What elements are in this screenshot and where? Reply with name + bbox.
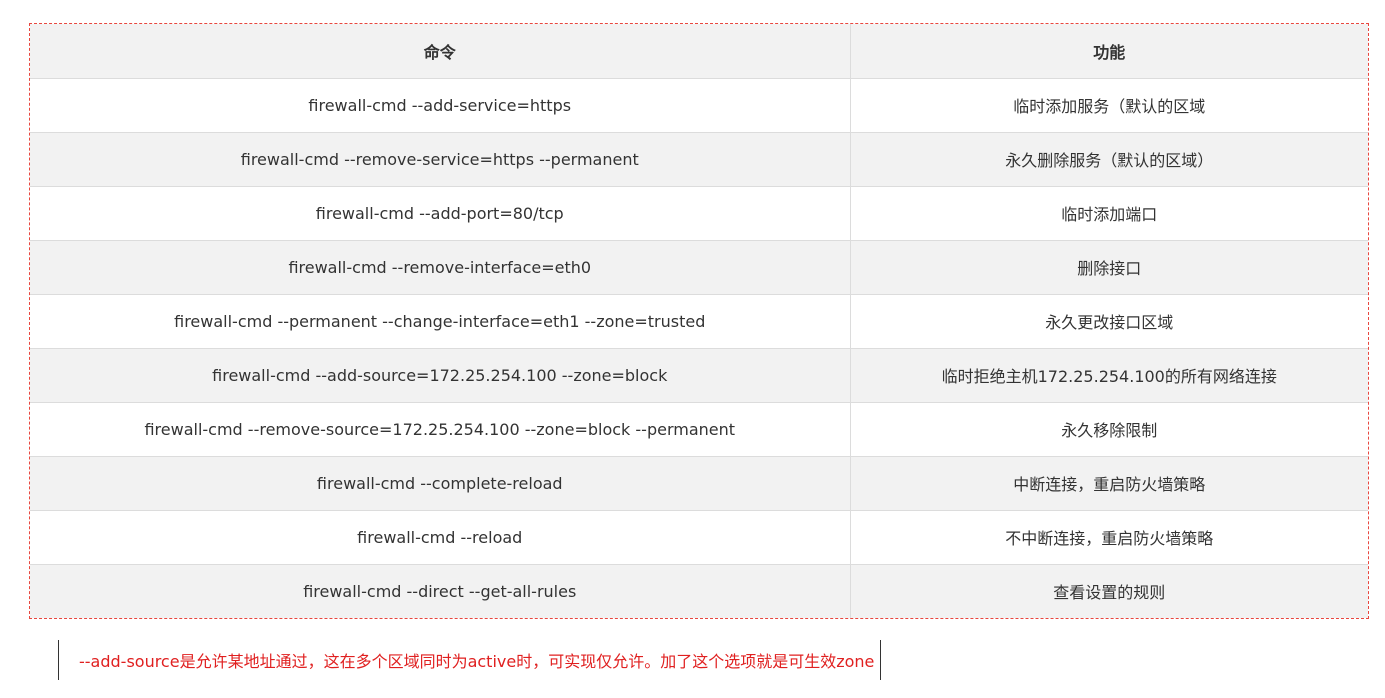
- table-header-row: 命令 功能: [30, 24, 1368, 78]
- function-cell: 临时添加服务（默认的区域: [850, 77, 1368, 132]
- command-cell: firewall-cmd --complete-reload: [30, 455, 851, 510]
- function-cell: 不中断连接，重启防火墙策略: [850, 509, 1368, 564]
- table-row: firewall-cmd --remove-interface=eth0 删除接…: [30, 239, 1368, 294]
- command-cell: firewall-cmd --add-port=80/tcp: [30, 185, 851, 240]
- function-cell: 查看设置的规则: [850, 563, 1368, 618]
- table-row: firewall-cmd --add-service=https 临时添加服务（…: [30, 77, 1368, 132]
- add-source-note: --add-source是允许某地址通过，这在多个区域同时为active时，可实…: [58, 640, 882, 680]
- table-row: firewall-cmd --permanent --change-interf…: [30, 293, 1368, 348]
- command-cell: firewall-cmd --remove-interface=eth0: [30, 239, 851, 294]
- function-cell: 中断连接，重启防火墙策略: [850, 455, 1368, 510]
- command-table: 命令 功能 firewall-cmd --add-service=https 临…: [30, 24, 1368, 618]
- command-cell: firewall-cmd --add-service=https: [30, 77, 851, 132]
- function-cell: 删除接口: [850, 239, 1368, 294]
- table-row: firewall-cmd --complete-reload 中断连接，重启防火…: [30, 455, 1368, 510]
- table-row: firewall-cmd --direct --get-all-rules 查看…: [30, 563, 1368, 618]
- table-row: firewall-cmd --remove-source=172.25.254.…: [30, 401, 1368, 456]
- command-cell: firewall-cmd --permanent --change-interf…: [30, 293, 851, 348]
- table-row: firewall-cmd --add-port=80/tcp 临时添加端口: [30, 185, 1368, 240]
- command-cell: firewall-cmd --reload: [30, 509, 851, 564]
- function-cell: 临时添加端口: [850, 185, 1368, 240]
- command-cell: firewall-cmd --add-source=172.25.254.100…: [30, 347, 851, 402]
- function-cell: 永久更改接口区域: [850, 293, 1368, 348]
- table-row: firewall-cmd --add-source=172.25.254.100…: [30, 347, 1368, 402]
- function-cell: 永久删除服务（默认的区域）: [850, 131, 1368, 186]
- command-cell: firewall-cmd --direct --get-all-rules: [30, 563, 851, 618]
- command-cell: firewall-cmd --remove-service=https --pe…: [30, 131, 851, 186]
- command-cell: firewall-cmd --remove-source=172.25.254.…: [30, 401, 851, 456]
- header-function: 功能: [850, 24, 1368, 78]
- table-row: firewall-cmd --reload 不中断连接，重启防火墙策略: [30, 509, 1368, 564]
- note-text: --add-source是允许某地址通过，这在多个区域同时为active时，可实…: [79, 652, 875, 671]
- header-command: 命令: [30, 24, 851, 78]
- function-cell: 永久移除限制: [850, 401, 1368, 456]
- function-cell: 临时拒绝主机172.25.254.100的所有网络连接: [850, 347, 1368, 402]
- command-table-frame: 命令 功能 firewall-cmd --add-service=https 临…: [29, 23, 1369, 619]
- table-row: firewall-cmd --remove-service=https --pe…: [30, 131, 1368, 186]
